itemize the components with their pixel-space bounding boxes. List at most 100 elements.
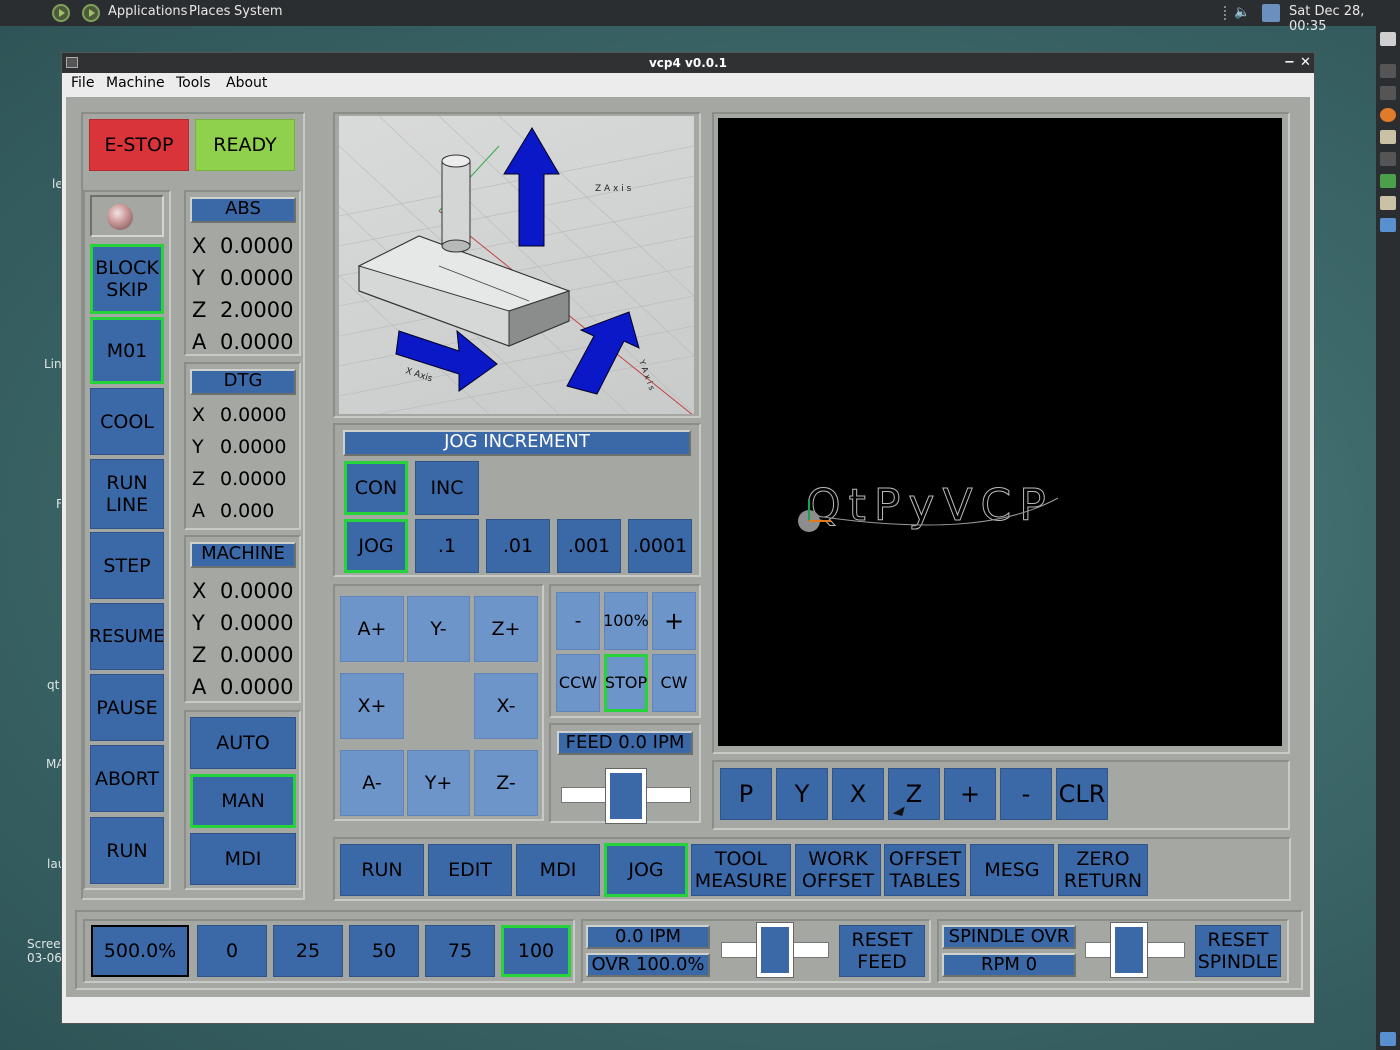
launcher-icon[interactable] [82,4,100,22]
rapid-25-button[interactable]: 25 [273,925,343,977]
menu-system[interactable]: System [234,4,282,19]
pause-button[interactable]: PAUSE [90,674,164,741]
menu-applications[interactable]: Applications [108,4,187,19]
man-mode-button[interactable]: MAN [190,774,296,828]
model-viewport: Z A x i s X Axis Y A x i s [339,116,694,414]
menu-machine[interactable]: Machine [106,75,165,91]
tab-edit[interactable]: EDIT [428,844,512,896]
abort-button[interactable]: ABORT [90,745,164,812]
rapid-0-button[interactable]: 0 [197,925,267,977]
tab-mesg[interactable]: MESG [970,844,1054,896]
mode-panel: AUTO MAN MDI [184,710,301,890]
spindle-override-slider-handle[interactable] [1111,923,1147,977]
block-skip-button[interactable]: BLOCK SKIP [90,244,164,314]
feed-override-slider-handle[interactable] [757,923,793,977]
feed-ipm-display: 0.0 IPM [586,925,710,949]
rapid-100-button[interactable]: 100 [501,925,571,977]
close-icon[interactable]: ✕ [1300,53,1311,73]
dock-app-icon[interactable] [1380,32,1396,46]
tab-offset-tables[interactable]: OFFSET TABLES [884,844,966,896]
menu-places[interactable]: Places [189,4,230,19]
view-button-panel: P Y X Z + - CLR [712,760,1290,830]
jog-x-plus-button[interactable]: X+ [340,673,404,739]
incremental-jog-button[interactable]: INC [415,461,479,515]
step-button[interactable]: STEP [90,532,164,599]
continuous-jog-button[interactable]: CON [344,461,408,515]
gcode-preview[interactable]: QtPyVCP [718,118,1282,746]
tab-run[interactable]: RUN [340,844,424,896]
spindle-plus-button[interactable]: + [652,592,696,650]
view-perspective-button[interactable]: P [720,768,772,820]
reset-spindle-button[interactable]: RESET SPINDLE [1195,925,1281,977]
mdi-mode-button[interactable]: MDI [190,833,296,885]
dock-folder-icon[interactable] [1380,130,1396,144]
zoom-out-button[interactable]: - [1000,768,1052,820]
dock-app-icon[interactable] [1380,174,1396,188]
desktop-label[interactable]: Lin [44,357,62,371]
reset-feed-button[interactable]: RESET FEED [839,925,925,977]
jog-y-minus-button[interactable]: Y- [407,596,470,662]
spindle-panel: - 100% + CCW STOP CW [549,584,701,718]
right-dock [1376,26,1400,1050]
feed-slider-handle[interactable] [606,769,646,823]
clear-button[interactable]: CLR [1056,768,1108,820]
window-menu-icon[interactable] [66,57,78,68]
estop-button[interactable]: E-STOP [89,119,189,171]
desktop-label[interactable]: qt [47,678,59,692]
rapid-50-button[interactable]: 50 [349,925,419,977]
increment-0-001-button[interactable]: .001 [557,519,621,573]
spindle-minus-button[interactable]: - [556,592,600,650]
tab-tool-measure[interactable]: TOOL MEASURE [691,844,791,896]
jog-y-plus-button[interactable]: Y+ [407,750,470,816]
jog-button[interactable]: JOG [344,519,408,573]
jog-a-minus-button[interactable]: A- [340,750,404,816]
m01-button[interactable]: M01 [90,317,164,384]
zoom-in-button[interactable]: + [944,768,996,820]
spindle-cw-button[interactable]: CW [652,654,696,712]
volume-icon[interactable]: 🔈 [1234,5,1252,21]
jog-x-minus-button[interactable]: X- [474,673,538,739]
increment-0-0001-button[interactable]: .0001 [628,519,692,573]
tab-jog[interactable]: JOG [604,843,688,897]
feed-ovr-display: OVR 100.0% [586,953,710,977]
rapid-75-button[interactable]: 75 [425,925,495,977]
dock-terminal-icon[interactable] [1380,152,1396,166]
view-y-button[interactable]: Y [776,768,828,820]
minimize-icon[interactable]: − [1284,53,1295,73]
rpm-display: RPM 0 [942,953,1076,977]
menu-tools[interactable]: Tools [176,75,211,91]
jog-z-minus-button[interactable]: Z- [474,750,538,816]
launcher-icon[interactable] [52,4,70,22]
dock-window-icon[interactable] [1380,1032,1396,1046]
machine-x-row: X 0.0000 [192,579,294,603]
menu-file[interactable]: File [71,75,94,91]
abs-x-row: X 0.0000 [192,234,294,258]
spindle-stop-button[interactable]: STOP [604,654,648,712]
spindle-ccw-button[interactable]: CCW [556,654,600,712]
resume-button[interactable]: RESUME [90,603,164,670]
desktop-label[interactable]: 03-06 [27,951,62,965]
tab-work-offset[interactable]: WORK OFFSET [795,844,881,896]
top-panel: Applications Places System 🔈 Sat Dec 28,… [0,0,1400,34]
spindle-percent-button[interactable]: 100% [603,592,649,650]
increment-0-01-button[interactable]: .01 [486,519,550,573]
dock-terminal-icon[interactable] [1380,64,1396,78]
desktop-label[interactable]: Scree [27,937,61,951]
cool-button[interactable]: COOL [90,388,164,455]
dock-folder-icon[interactable] [1380,196,1396,210]
network-icon[interactable] [1262,4,1280,22]
auto-mode-button[interactable]: AUTO [190,717,296,769]
dock-window-icon[interactable] [1380,218,1396,232]
ready-button[interactable]: READY [195,119,295,171]
jog-z-plus-button[interactable]: Z+ [474,596,538,662]
run-line-button[interactable]: RUN LINE [90,459,164,529]
increment-0-1-button[interactable]: .1 [415,519,479,573]
run-button[interactable]: RUN [90,817,164,884]
jog-a-plus-button[interactable]: A+ [340,596,404,662]
menu-about[interactable]: About [226,75,267,91]
dock-browser-icon[interactable] [1380,108,1396,122]
view-x-button[interactable]: X [832,768,884,820]
tab-zero-return[interactable]: ZERO RETURN [1058,844,1148,896]
tab-mdi[interactable]: MDI [516,844,600,896]
dock-terminal-icon[interactable] [1380,86,1396,100]
